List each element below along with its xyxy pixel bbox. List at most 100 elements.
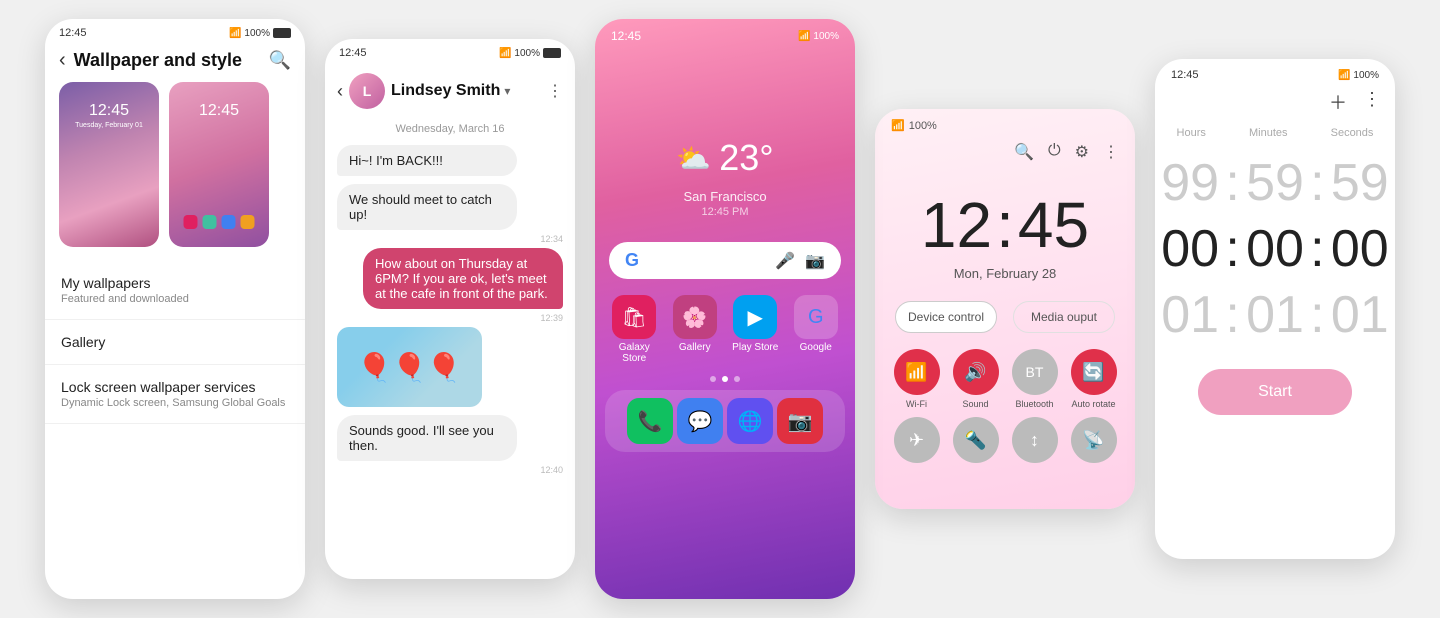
dock-bar: 📞 💬 🌐 📷	[605, 390, 845, 452]
more-options-icon[interactable]: ⋮	[547, 81, 563, 101]
message-text-2: We should meet to catch up!	[337, 184, 517, 230]
time-2: 12:45	[339, 47, 367, 59]
app-gallery[interactable]: 🌸 Gallery	[670, 295, 721, 364]
contact-name-row[interactable]: Lindsey Smith ▾	[391, 82, 541, 100]
lens-icon[interactable]: 📷	[805, 251, 825, 271]
dot-1	[710, 376, 716, 382]
my-wallpapers-label: My wallpapers	[61, 275, 289, 291]
message-header: ‹ L Lindsey Smith ▾ ⋮	[325, 63, 575, 117]
settings-icon-lock[interactable]: ⚙	[1075, 142, 1089, 162]
preview-thumb-home[interactable]: 12:45	[169, 82, 269, 247]
hours-current: 00	[1155, 219, 1225, 279]
hotspot-quick-icon: 📡	[1071, 417, 1117, 463]
timer-status-icons: 📶 100%	[1338, 70, 1379, 81]
flashlight-quick-btn[interactable]: 🔦	[950, 417, 1001, 467]
add-timer-icon[interactable]: ＋	[1329, 89, 1347, 115]
apps-grid: 🛍 Galaxy Store 🌸 Gallery ▶ Play Store G …	[595, 295, 855, 364]
wifi-quick-btn[interactable]: 📶 Wi-Fi	[891, 349, 942, 409]
mic-icon[interactable]: 🎤	[775, 251, 795, 271]
timer-below-row: 01 : 01 : 01	[1155, 285, 1395, 359]
timer-current-row: 00 : 00 : 00	[1155, 219, 1395, 285]
preview-thumb-lock[interactable]: 12:45 Tuesday, February 01	[59, 82, 159, 247]
dock-browser[interactable]: 🌐	[727, 398, 773, 444]
lock-wifi-icon: 📶	[891, 119, 905, 132]
tab-device-control[interactable]: Device control	[895, 301, 997, 333]
sound-quick-btn[interactable]: 🔊 Sound	[950, 349, 1001, 409]
wallpaper-panel: 12:45 📶 100% ‹ Wallpaper and style 🔍 12:…	[45, 19, 305, 599]
colon-next-2: :	[1310, 285, 1324, 345]
play-store-icon: ▶	[733, 295, 777, 339]
galaxy-store-label: Galaxy Store	[609, 342, 660, 364]
minutes-above: 59	[1240, 153, 1310, 213]
battery-icon-2	[543, 48, 561, 58]
lock-clock: 12 : 45	[875, 168, 1135, 266]
more-timer-icon[interactable]: ⋮	[1363, 89, 1381, 115]
chevron-down-icon: ▾	[504, 84, 510, 98]
page-dots	[595, 376, 855, 382]
timer-above-row: 99 : 59 : 59	[1155, 147, 1395, 219]
app-google[interactable]: G Google	[791, 295, 842, 364]
lock-control-icons: 🔍 ⏻ ⚙ ⋮	[875, 136, 1135, 168]
weather-icon: ⛅	[676, 142, 711, 175]
search-bar[interactable]: G 🎤 📷	[609, 242, 841, 279]
bluetooth-quick-icon: BT	[1012, 349, 1058, 395]
dock-phone[interactable]: 📞	[627, 398, 673, 444]
app-galaxy-store[interactable]: 🛍 Galaxy Store	[609, 295, 660, 364]
wallpaper-previews: 12:45 Tuesday, February 01 12:45	[45, 82, 305, 261]
lock-hour: 12	[921, 188, 992, 262]
hotspot-quick-btn[interactable]: 📡	[1068, 417, 1119, 467]
gallery-label: Gallery	[61, 334, 105, 350]
back-button-msg[interactable]: ‹	[337, 81, 343, 102]
weather-time: 12:45 PM	[595, 206, 855, 218]
timer-time: 12:45	[1171, 69, 1199, 81]
minutes-current: 00	[1240, 219, 1310, 279]
contact-name: Lindsey Smith	[391, 82, 500, 100]
message-time-2: 12:34	[325, 234, 575, 244]
search-icon[interactable]: 🔍	[269, 50, 291, 71]
home-battery: 100%	[813, 31, 839, 42]
message-date: Wednesday, March 16	[325, 117, 575, 141]
time-1: 12:45	[59, 27, 87, 39]
bluetooth-quick-btn[interactable]: BT Bluetooth	[1009, 349, 1060, 409]
more-icon-lock[interactable]: ⋮	[1103, 142, 1119, 162]
bluetooth-btn-label: Bluetooth	[1015, 399, 1053, 409]
quick-buttons: 📶 Wi-Fi 🔊 Sound BT Bluetooth 🔄 Auto rota…	[875, 349, 1135, 477]
autorotate-quick-btn[interactable]: 🔄 Auto rotate	[1068, 349, 1119, 409]
gallery-item[interactable]: Gallery	[45, 320, 305, 365]
start-button[interactable]: Start	[1198, 369, 1352, 415]
timer-status-bar: 12:45 📶 100%	[1155, 59, 1395, 85]
camera-icon: 📷	[777, 398, 823, 444]
seconds-header: Seconds	[1331, 127, 1374, 139]
preview-icons	[184, 215, 255, 229]
flashlight-quick-icon: 🔦	[953, 417, 999, 463]
lock-wallpaper-item[interactable]: Lock screen wallpaper services Dynamic L…	[45, 365, 305, 424]
airplane-quick-btn[interactable]: ✈	[891, 417, 942, 467]
preview-icon-dot	[241, 215, 255, 229]
dock-camera[interactable]: 📷	[777, 398, 823, 444]
power-icon-lock[interactable]: ⏻	[1048, 142, 1061, 162]
weather-location: San Francisco	[595, 189, 855, 204]
google-label: Google	[800, 342, 832, 353]
battery-2: 100%	[514, 48, 540, 59]
battery-icon-1	[273, 28, 291, 38]
seconds-current: 00	[1325, 219, 1395, 279]
seconds-above: 59	[1325, 153, 1395, 213]
nfc-quick-btn[interactable]: ↕	[1009, 417, 1060, 467]
lock-wallpaper-label: Lock screen wallpaper services	[61, 379, 289, 395]
message-time-4: 12:40	[325, 465, 575, 475]
message-text-3: How about on Thursday at 6PM? If you are…	[363, 248, 563, 309]
colon-current-1: :	[1225, 219, 1239, 279]
play-store-label: Play Store	[732, 342, 778, 353]
weather-temp: 23°	[719, 137, 773, 179]
search-icon-lock[interactable]: 🔍	[1014, 142, 1034, 162]
back-button[interactable]: ‹	[59, 49, 66, 72]
dock-messages[interactable]: 💬	[677, 398, 723, 444]
dot-3	[734, 376, 740, 382]
my-wallpapers-item[interactable]: My wallpapers Featured and downloaded	[45, 261, 305, 320]
message-image: 🎈🎈🎈	[337, 327, 482, 407]
timer-controls: ＋ ⋮	[1155, 85, 1395, 119]
preview-icon-dot	[203, 215, 217, 229]
app-play-store[interactable]: ▶ Play Store	[730, 295, 781, 364]
tab-media-output[interactable]: Media ouput	[1013, 301, 1115, 333]
colon-above-1: :	[1225, 153, 1239, 213]
